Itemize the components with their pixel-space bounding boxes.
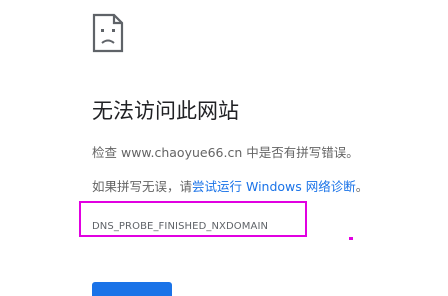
details-button[interactable] bbox=[92, 282, 172, 296]
annotation-highlight-box bbox=[79, 201, 307, 237]
page-title: 无法访问此网站 bbox=[92, 99, 239, 123]
annotation-mark bbox=[349, 237, 353, 240]
retry-prefix: 如果拼写无误，请 bbox=[92, 179, 193, 194]
retry-suffix: 。 bbox=[355, 179, 369, 194]
network-diagnostics-link[interactable]: 尝试运行 Windows 网络诊断 bbox=[192, 179, 356, 194]
sad-page-icon bbox=[92, 13, 124, 53]
spelling-check-message: 检查 www.chaoyue66.cn 中是否有拼写错误。 bbox=[92, 145, 359, 160]
retry-suggestion: 如果拼写无误，请尝试运行 Windows 网络诊断。 bbox=[92, 178, 368, 196]
